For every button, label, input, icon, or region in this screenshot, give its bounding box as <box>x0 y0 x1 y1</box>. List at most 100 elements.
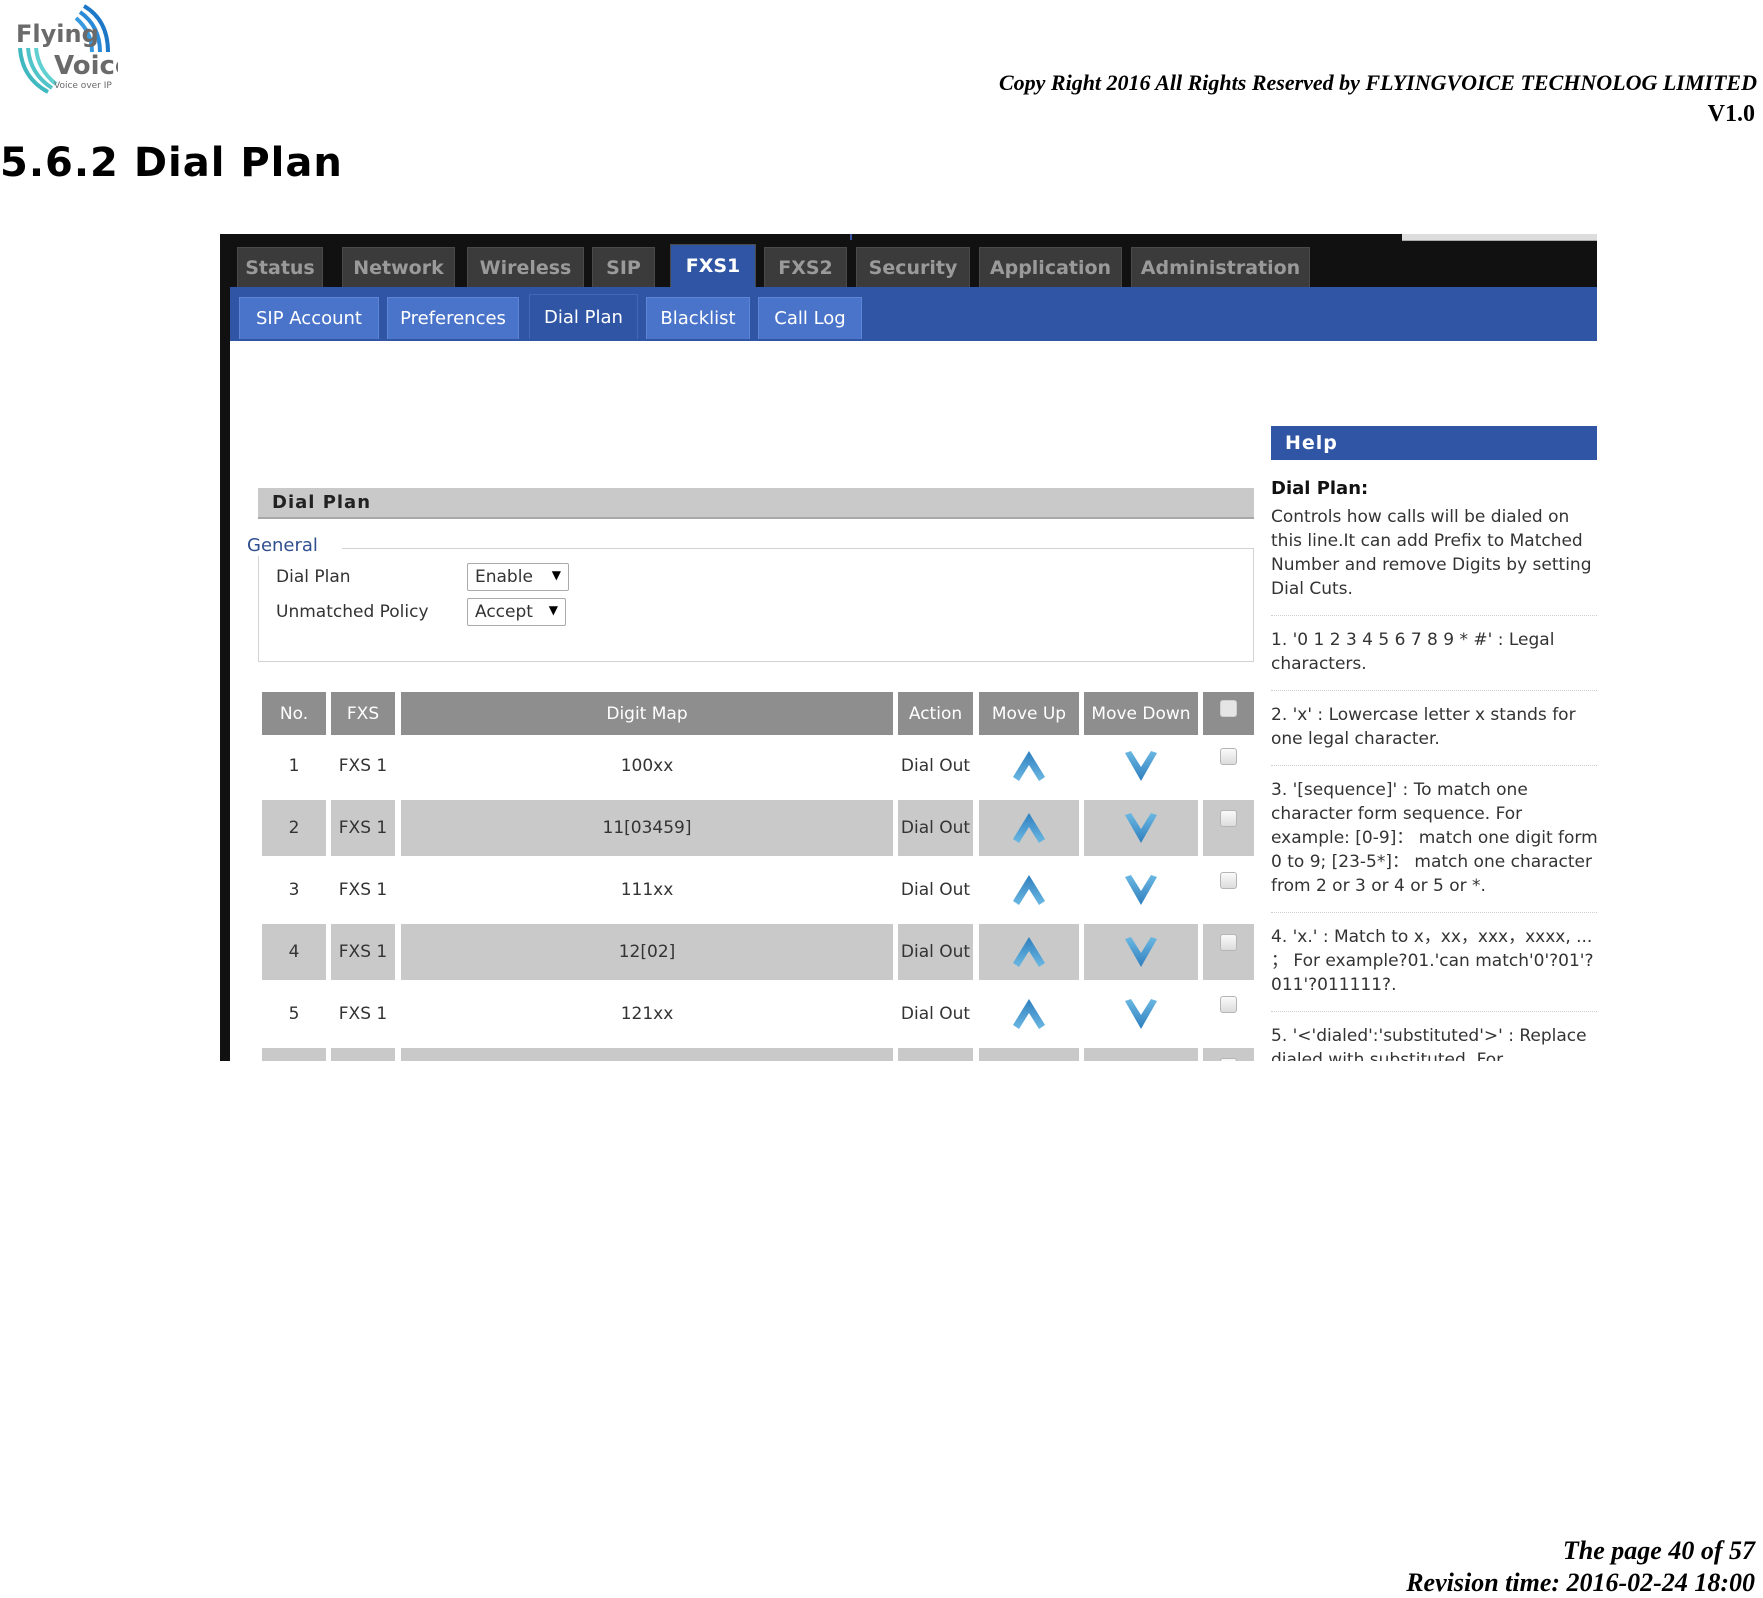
svg-text:Flying: Flying <box>16 20 99 48</box>
cell-move-up <box>979 1048 1079 1061</box>
cell-action-text: Dial Out <box>900 1004 971 1024</box>
tab-wireless[interactable]: Wireless <box>467 247 584 287</box>
cell-move-up <box>979 800 1079 856</box>
move-down-icon[interactable] <box>1123 935 1159 969</box>
cell-no: 2 <box>262 800 326 856</box>
row-select-checkbox[interactable] <box>1220 810 1237 827</box>
move-up-icon[interactable] <box>1011 873 1047 907</box>
svg-text:Voice over IP: Voice over IP <box>54 81 112 91</box>
cell-digit-map: 11[03459] <box>401 800 893 856</box>
tab-application[interactable]: Application <box>979 247 1122 287</box>
tab-status[interactable]: Status <box>237 247 323 287</box>
help-divider <box>1271 1011 1597 1012</box>
move-down-icon[interactable] <box>1123 749 1159 783</box>
router-ui-screenshot: Status Network Wireless SIP FXS1 FXS2 Se… <box>220 234 1597 1061</box>
col-header-select-all <box>1203 692 1254 735</box>
top-right-strip <box>1402 234 1597 241</box>
tab-administration[interactable]: Administration <box>1131 247 1310 287</box>
tab-sip[interactable]: SIP <box>592 247 655 287</box>
col-header-move-down: Move Down <box>1084 692 1198 735</box>
row-select-checkbox[interactable] <box>1220 872 1237 889</box>
help-intro: Controls how calls will be dialed on thi… <box>1271 507 1592 599</box>
subtab-dial-plan[interactable]: Dial Plan <box>529 294 638 339</box>
cell-no: 5 <box>262 986 326 1042</box>
cell-move-down <box>1084 986 1198 1042</box>
cell-action: Dial Out <box>898 738 973 794</box>
dropdown-arrow-icon: ▼ <box>548 603 558 617</box>
cell-move-down <box>1084 738 1198 794</box>
tab-security[interactable]: Security <box>856 247 970 287</box>
content-area: Dial Plan General Dial Plan Enable ▼ Unm… <box>230 341 1597 1061</box>
cell-fxs-text: FXS 1 <box>338 880 388 900</box>
cell-select <box>1203 738 1254 794</box>
cell-no-text: 2 <box>288 818 300 838</box>
unmatched-policy-label: Unmatched Policy <box>276 602 429 622</box>
move-down-icon[interactable] <box>1123 997 1159 1031</box>
cell-select <box>1203 862 1254 918</box>
cell-fxs-text: FXS 1 <box>338 818 388 838</box>
version-label: V1.0 <box>1707 101 1755 127</box>
cell-fxs: FXS 1 <box>331 862 395 918</box>
move-down-icon[interactable] <box>1123 811 1159 845</box>
help-divider <box>1271 765 1597 766</box>
cell-action-text: Dial Out <box>900 942 971 962</box>
cell-action-text: Dial Out <box>900 756 971 776</box>
dropdown-arrow-icon: ▼ <box>551 568 561 582</box>
cell-digit-map: 123xx <box>401 1048 893 1061</box>
cell-fxs: FXS 1 <box>331 800 395 856</box>
cell-action: Dial Out <box>898 1048 973 1061</box>
cell-no: 6 <box>262 1048 326 1061</box>
page-number: The page 40 of 57 <box>1562 1536 1755 1565</box>
move-down-icon[interactable] <box>1123 873 1159 907</box>
col-header-fxs: FXS <box>331 692 395 735</box>
unmatched-policy-select[interactable]: Accept ▼ <box>467 598 566 626</box>
subtab-call-log[interactable]: Call Log <box>758 297 862 339</box>
help-heading: Dial Plan: <box>1271 478 1369 499</box>
cell-move-up <box>979 986 1079 1042</box>
tab-fxs2[interactable]: FXS2 <box>764 247 847 287</box>
row-select-checkbox[interactable] <box>1220 996 1237 1013</box>
col-header-move-up: Move Up <box>979 692 1079 735</box>
row-select-checkbox[interactable] <box>1220 1058 1237 1061</box>
move-up-icon[interactable] <box>1011 749 1047 783</box>
tab-network[interactable]: Network <box>342 247 455 287</box>
subtab-sip-account[interactable]: SIP Account <box>239 297 379 339</box>
move-down-icon[interactable] <box>1123 1059 1159 1061</box>
move-up-icon[interactable] <box>1011 811 1047 845</box>
row-select-checkbox[interactable] <box>1220 934 1237 951</box>
left-border <box>220 234 230 1061</box>
col-header-digit-map: Digit Map <box>401 692 893 735</box>
row-select-checkbox[interactable] <box>1220 748 1237 765</box>
general-legend: General <box>247 535 342 556</box>
cell-digit-map-text: 111xx <box>620 880 674 900</box>
cell-move-down <box>1084 800 1198 856</box>
cell-digit-map: 100xx <box>401 738 893 794</box>
help-item-4: 4. 'x.' : Match to x，xx，xxx，xxxx, ... ； … <box>1271 927 1594 995</box>
cell-digit-map-text: 12[02] <box>618 942 676 962</box>
move-up-icon[interactable] <box>1011 935 1047 969</box>
help-divider <box>1271 615 1597 616</box>
cell-action-text: Dial Out <box>900 818 971 838</box>
cell-action: Dial Out <box>898 924 973 980</box>
cell-no-text: 3 <box>288 880 300 900</box>
help-item-5: 5. '<'dialed':'substituted'>' : Replace … <box>1271 1026 1587 1061</box>
cell-action: Dial Out <box>898 986 973 1042</box>
tab-fxs1[interactable]: FXS1 <box>670 244 756 287</box>
move-up-icon[interactable] <box>1011 1059 1047 1061</box>
select-all-checkbox[interactable] <box>1220 700 1237 717</box>
cell-digit-map-text: 100xx <box>620 756 674 776</box>
move-up-icon[interactable] <box>1011 997 1047 1031</box>
svg-text:Voice: Voice <box>54 51 118 81</box>
cell-fxs: FXS 1 <box>331 1048 395 1061</box>
top-marker <box>850 234 852 240</box>
section-title: 5.6.2 Dial Plan <box>0 140 343 186</box>
dial-plan-select[interactable]: Enable ▼ <box>467 563 569 591</box>
subtab-blacklist[interactable]: Blacklist <box>646 297 750 339</box>
cell-digit-map: 12[02] <box>401 924 893 980</box>
cell-no-text: 5 <box>288 1004 300 1024</box>
help-item-3: 3. '[sequence]' : To match one character… <box>1271 780 1597 896</box>
help-divider <box>1271 690 1597 691</box>
cell-digit-map: 121xx <box>401 986 893 1042</box>
help-body: Dial Plan: Controls how calls will be di… <box>1271 477 1597 1061</box>
subtab-preferences[interactable]: Preferences <box>387 297 519 339</box>
